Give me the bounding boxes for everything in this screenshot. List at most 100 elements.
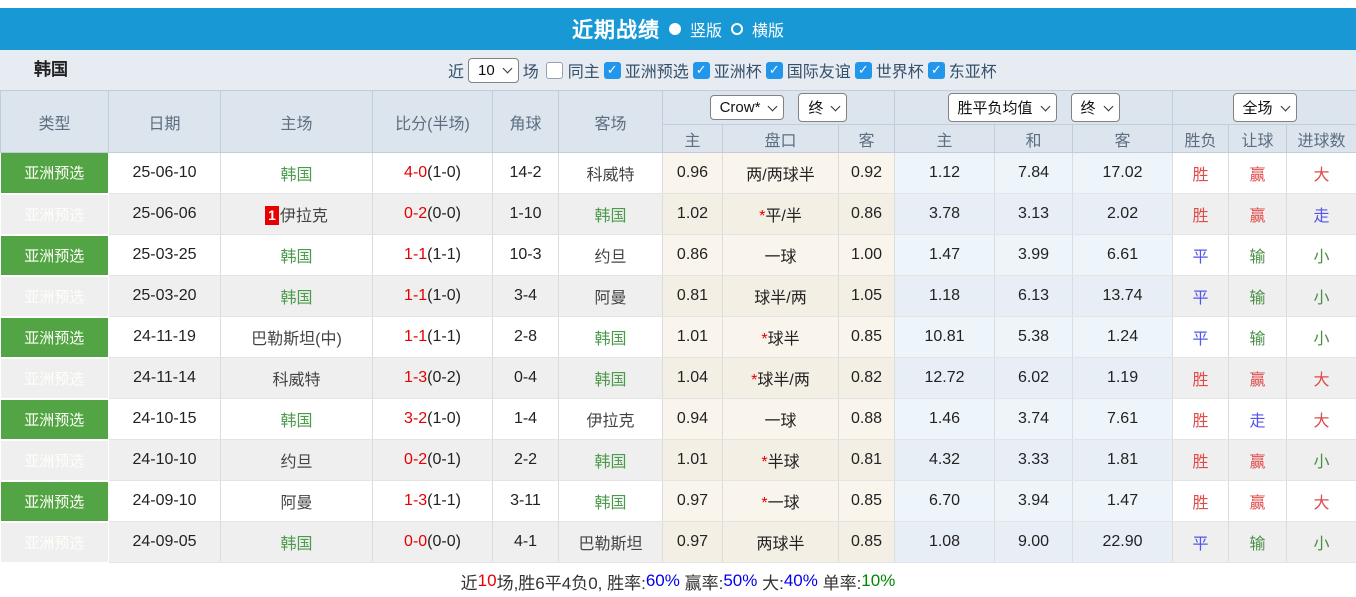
- cell-euro-draw: 9.00: [994, 521, 1074, 563]
- goals-scope-select[interactable]: 全场: [1232, 93, 1297, 122]
- halftime-score: (1-0): [427, 287, 461, 304]
- team-name: 韩国: [34, 60, 68, 79]
- goals-scope-select-cell: 全场: [1172, 90, 1356, 125]
- cell-euro-away: 1.24: [1072, 316, 1174, 358]
- type-label: 亚洲预选: [24, 493, 85, 511]
- corner-score: 3-11: [510, 492, 541, 509]
- europe-odds-select[interactable]: 胜平负均值: [947, 93, 1057, 122]
- cell-away-team: 韩国: [558, 316, 663, 358]
- competition-label[interactable]: 国际友谊: [787, 58, 851, 82]
- cell-result-goals: 大: [1286, 398, 1356, 440]
- date-label: 24-09-10: [132, 492, 197, 509]
- cell-handicap: *球半/两: [722, 357, 839, 399]
- europe-odds-value: 胜平负均值: [957, 100, 1033, 117]
- summary-segment: 60%: [645, 571, 680, 590]
- euro-home-odds: 12.72: [924, 369, 965, 386]
- type-label: 亚洲预选: [24, 165, 85, 183]
- competition-label[interactable]: 东亚杯: [949, 58, 997, 82]
- odds-company-select[interactable]: Crow*: [709, 95, 785, 120]
- cell-euro-home: 6.70: [894, 480, 996, 522]
- home-team-name: 科威特: [272, 372, 321, 389]
- cell-score: 1-1(1-1): [372, 316, 493, 358]
- euro-away-odds: 17.02: [1102, 164, 1143, 181]
- euro-draw-odds: 6.02: [1017, 369, 1050, 386]
- euro-draw-odds: 3.94: [1017, 492, 1050, 509]
- cell-handicap: 一球: [722, 234, 839, 276]
- europe-time-select[interactable]: 终: [1070, 93, 1120, 122]
- cell-home-team: 韩国: [220, 234, 373, 276]
- away-team-name: 巴勒斯坦: [578, 536, 643, 553]
- cell-handicap: *球半: [722, 316, 839, 358]
- halftime-score: (1-0): [427, 410, 461, 427]
- euro-away-odds: 1.24: [1106, 328, 1139, 345]
- asian-away-odds: 0.85: [850, 492, 883, 509]
- goals-scope-value: 全场: [1242, 100, 1273, 117]
- summary-segment: 赢率:: [679, 573, 724, 593]
- summary-segment: 10: [477, 571, 497, 590]
- cell-score: 0-2(0-0): [372, 193, 493, 235]
- date-label: 24-10-15: [132, 410, 197, 427]
- home-team-name: 巴勒斯坦(中): [251, 331, 342, 348]
- cell-handicap: 一球: [722, 398, 839, 440]
- competition-checkbox[interactable]: ✓: [603, 61, 621, 79]
- odds-time-select[interactable]: 终: [798, 93, 848, 122]
- cell-asian-home-odds: 0.97: [662, 521, 723, 563]
- cell-home-team: 阿曼: [220, 480, 373, 522]
- asian-home-odds: 0.97: [676, 533, 709, 550]
- halftime-score: (1-1): [427, 246, 461, 263]
- chevron-down-icon: [1103, 101, 1113, 111]
- cell-result-wdl: 胜: [1172, 439, 1230, 481]
- competition-checkbox[interactable]: ✓: [854, 61, 872, 79]
- competition-checkbox[interactable]: ✓: [692, 61, 710, 79]
- type-label: 亚洲预选: [24, 329, 85, 347]
- handicap-line: 球半/两: [754, 290, 807, 307]
- cell-euro-draw: 3.99: [994, 234, 1074, 276]
- cell-date: 24-10-15: [108, 398, 221, 440]
- recent-results-table: 类型 日期 主场 比分(半场) 角球 客场 Crow* 终 胜平负均值 终 全场…: [0, 90, 1356, 564]
- competition-label[interactable]: 世界杯: [876, 58, 924, 82]
- fulltime-score: 1-3: [404, 492, 428, 509]
- competition-checkbox[interactable]: ✓: [927, 61, 945, 79]
- cell-euro-home: 1.12: [894, 152, 996, 194]
- handicap-line: 一球: [767, 495, 800, 512]
- fulltime-score: 1-1: [404, 328, 428, 345]
- vertical-layout-radio[interactable]: [668, 23, 681, 35]
- horizontal-layout-label[interactable]: 横版: [752, 17, 784, 41]
- match-count-select[interactable]: 10: [468, 57, 519, 83]
- cell-asian-home-odds: 1.01: [662, 316, 723, 358]
- chevron-down-icon: [1040, 101, 1050, 111]
- cell-competition-type: 亚洲预选: [0, 193, 109, 236]
- corner-score: 2-2: [513, 451, 538, 468]
- cell-asian-away-odds: 1.05: [838, 275, 896, 317]
- competition-label[interactable]: 亚洲预选: [625, 58, 689, 82]
- same-home-checkbox[interactable]: [545, 61, 563, 79]
- asian-away-odds: 0.92: [850, 164, 883, 181]
- competition-checkbox[interactable]: ✓: [765, 61, 783, 79]
- horizontal-layout-radio[interactable]: [731, 23, 743, 35]
- vertical-layout-label[interactable]: 竖版: [690, 17, 722, 41]
- same-home-label[interactable]: 同主: [568, 58, 600, 82]
- cell-handicap: *半球: [722, 439, 839, 481]
- cell-result-handicap: 赢: [1228, 439, 1288, 481]
- cell-home-team: 韩国: [220, 152, 373, 194]
- asian-home-odds: 0.97: [676, 492, 709, 509]
- cell-score: 1-3(0-2): [372, 357, 493, 399]
- result-wdl: 胜: [1192, 495, 1209, 512]
- halftime-score: (1-1): [427, 328, 461, 345]
- cell-result-handicap: 输: [1228, 521, 1288, 563]
- home-team-name: 伊拉克: [279, 208, 328, 225]
- fulltime-score: 1-3: [404, 369, 428, 386]
- cell-asian-home-odds: 1.01: [662, 439, 723, 481]
- cell-handicap: *平/半: [722, 193, 839, 235]
- cell-euro-home: 1.47: [894, 234, 996, 276]
- date-label: 25-03-25: [132, 246, 197, 263]
- cell-competition-type: 亚洲预选: [0, 398, 109, 441]
- cell-home-team: 韩国: [220, 398, 373, 440]
- cell-corner: 1-10: [492, 193, 559, 235]
- cell-asian-away-odds: 0.82: [838, 357, 896, 399]
- result-goals: 大: [1313, 495, 1330, 512]
- table-row: 亚洲预选 24-09-05 韩国 0-0(0-0) 4-1 巴勒斯坦 0.97 两球半 0.85…: [0, 521, 1356, 564]
- result-wdl: 平: [1192, 290, 1209, 307]
- euro-away-odds: 13.74: [1102, 287, 1143, 304]
- competition-label[interactable]: 亚洲杯: [714, 58, 762, 82]
